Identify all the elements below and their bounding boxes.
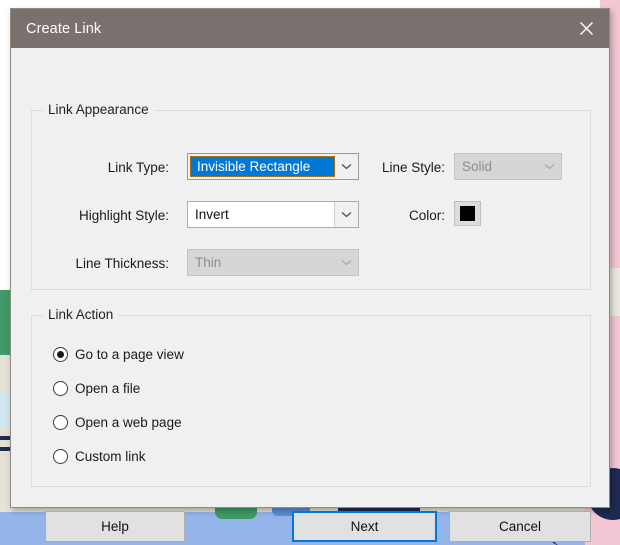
background-shape-navy-dash-2: [0, 447, 10, 451]
radio-custom-link[interactable]: Custom link: [53, 449, 146, 464]
chevron-down-icon: [538, 154, 561, 179]
dialog-body: Link Appearance Link Type: Invisible Rec…: [11, 48, 609, 542]
dialog-title: Create Link: [26, 20, 102, 37]
background-shape-navy-dash: [0, 436, 10, 440]
highlight-style-value: Invert: [195, 207, 229, 222]
link-appearance-group-title: Link Appearance: [43, 102, 154, 117]
radio-icon: [53, 381, 68, 396]
radio-label: Open a web page: [75, 415, 182, 430]
line-thickness-value: Thin: [195, 255, 222, 270]
highlight-style-combobox[interactable]: Invert: [187, 201, 359, 228]
close-icon[interactable]: [563, 9, 609, 48]
radio-open-a-file[interactable]: Open a file: [53, 381, 140, 396]
line-style-label: Line Style:: [381, 160, 445, 175]
color-swatch-button[interactable]: [454, 201, 481, 226]
line-style-combobox[interactable]: Solid: [454, 153, 562, 180]
radio-icon: [53, 415, 68, 430]
next-button[interactable]: Next: [292, 511, 437, 542]
dialog-titlebar: Create Link: [11, 9, 609, 48]
help-button[interactable]: Help: [45, 511, 185, 542]
radio-label: Go to a page view: [75, 347, 184, 362]
radio-label: Open a file: [75, 381, 141, 396]
background-shape-pale-blue: [0, 392, 10, 428]
line-thickness-combobox[interactable]: Thin: [187, 249, 359, 276]
chevron-down-icon: [335, 154, 358, 179]
chevron-down-icon: [334, 202, 358, 227]
link-type-value: Invisible Rectangle: [190, 156, 335, 177]
radio-go-to-page-view[interactable]: Go to a page view: [53, 347, 184, 362]
radio-label: Custom link: [75, 449, 146, 464]
radio-icon: [53, 449, 68, 464]
link-type-combobox[interactable]: Invisible Rectangle: [187, 153, 359, 180]
highlight-style-label: Highlight Style:: [78, 208, 169, 223]
create-link-dialog: Create Link Link Appearance Link Type: I…: [10, 8, 610, 542]
chevron-down-icon: [335, 250, 358, 275]
cancel-button[interactable]: Cancel: [449, 511, 591, 542]
line-style-value: Solid: [462, 159, 493, 174]
line-thickness-label: Line Thickness:: [75, 256, 169, 271]
radio-open-a-web-page[interactable]: Open a web page: [53, 415, 182, 430]
radio-icon: [53, 347, 68, 362]
color-label: Color:: [408, 208, 445, 223]
link-action-group-title: Link Action: [43, 307, 119, 322]
color-chip: [460, 206, 475, 221]
link-type-label: Link Type:: [107, 160, 169, 175]
